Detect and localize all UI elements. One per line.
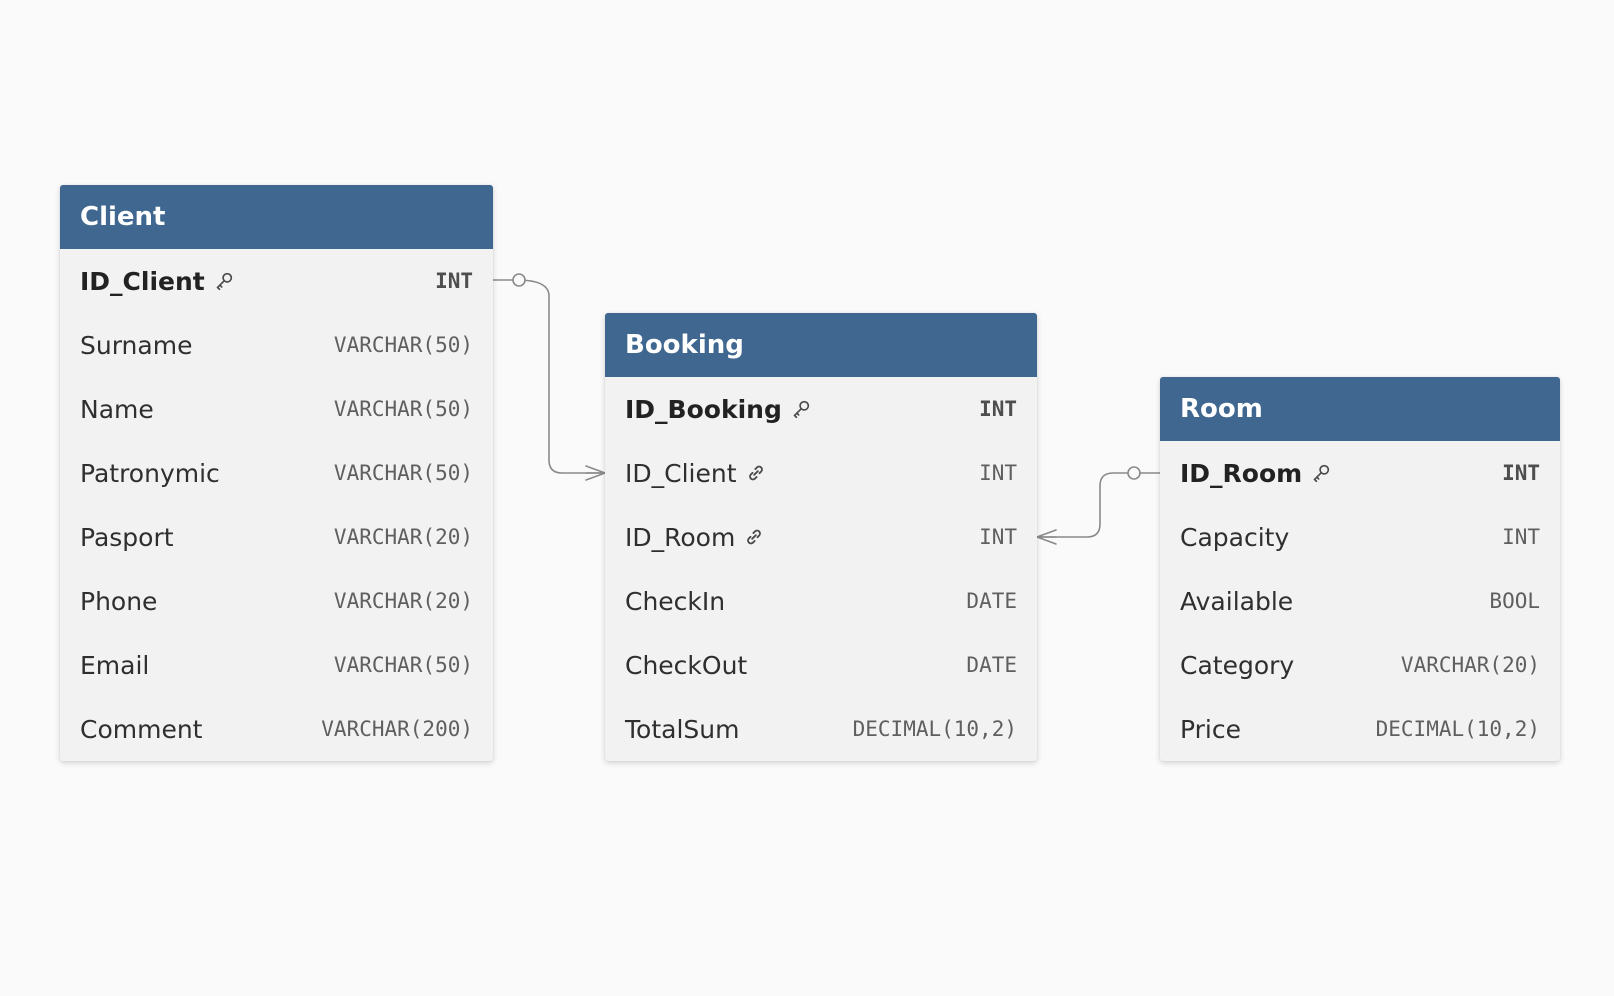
room-field-category[interactable]: Category VARCHAR(20) xyxy=(1160,633,1560,697)
client-field-patronymic[interactable]: Patronymic VARCHAR(50) xyxy=(60,441,493,505)
client-field-id-client-name: ID_Client xyxy=(80,266,205,296)
room-table-title[interactable]: Room xyxy=(1160,377,1560,441)
client-field-name-name: Name xyxy=(80,394,154,424)
client-field-pasport-type: VARCHAR(20) xyxy=(333,525,473,549)
booking-table-title[interactable]: Booking xyxy=(605,313,1037,377)
client-field-id-client-type: INT xyxy=(435,269,473,293)
client-field-pasport[interactable]: Pasport VARCHAR(20) xyxy=(60,505,493,569)
client-field-phone[interactable]: Phone VARCHAR(20) xyxy=(60,569,493,633)
room-field-list: ID_Room INT Capacity INT Available BOOL Catego… xyxy=(1160,441,1560,761)
booking-field-id-room-name-group: ID_Room xyxy=(625,525,765,550)
client-field-comment[interactable]: Comment VARCHAR(200) xyxy=(60,697,493,761)
room-field-id-room-name-group: ID_Room xyxy=(1180,461,1332,486)
er-diagram: Client ID_Client INT Surname VARCHAR(50) Nam… xyxy=(0,0,1614,996)
booking-field-id-booking-name: ID_Booking xyxy=(625,394,782,424)
client-field-email[interactable]: Email VARCHAR(50) xyxy=(60,633,493,697)
room-field-category-name-group: Category xyxy=(1180,653,1294,678)
booking-field-id-booking-type: INT xyxy=(979,397,1017,421)
room-field-price[interactable]: Price DECIMAL(10,2) xyxy=(1160,697,1560,761)
client-side-zero-or-one-marker xyxy=(512,273,526,287)
room-field-available-name: Available xyxy=(1180,586,1294,616)
booking-field-id-client-type: INT xyxy=(979,461,1017,485)
room-field-price-name: Price xyxy=(1180,714,1241,744)
client-field-surname-name: Surname xyxy=(80,330,193,360)
client-table-title[interactable]: Client xyxy=(60,185,493,249)
booking-table[interactable]: Booking ID_Booking INT ID_Client INT ID_Room… xyxy=(605,313,1037,761)
booking-field-total-sum-type: DECIMAL(10,2) xyxy=(852,717,1017,741)
booking-field-id-client-name: ID_Client xyxy=(625,458,737,488)
client-field-patronymic-type: VARCHAR(50) xyxy=(333,461,473,485)
client-field-phone-name: Phone xyxy=(80,586,158,616)
room-field-id-room-type: INT xyxy=(1502,461,1540,485)
booking-room-many-marker xyxy=(1036,529,1057,545)
client-field-patronymic-name: Patronymic xyxy=(80,458,220,488)
client-field-comment-name: Comment xyxy=(80,714,203,744)
room-field-capacity-type: INT xyxy=(1502,525,1540,549)
booking-field-check-in-type: DATE xyxy=(966,589,1017,613)
booking-field-total-sum-name-group: TotalSum xyxy=(625,717,739,742)
booking-field-id-booking-name-group: ID_Booking xyxy=(625,397,812,422)
room-field-capacity-name: Capacity xyxy=(1180,522,1290,552)
client-field-name-type: VARCHAR(50) xyxy=(333,397,473,421)
client-field-surname-name-group: Surname xyxy=(80,333,192,358)
booking-field-id-room-type: INT xyxy=(979,525,1017,549)
booking-field-id-booking[interactable]: ID_Booking INT xyxy=(605,377,1037,441)
booking-field-check-in-name-group: CheckIn xyxy=(625,589,725,614)
room-field-available[interactable]: Available BOOL xyxy=(1160,569,1560,633)
client-field-id-client[interactable]: ID_Client INT xyxy=(60,249,493,313)
client-field-surname[interactable]: Surname VARCHAR(50) xyxy=(60,313,493,377)
room-field-capacity-name-group: Capacity xyxy=(1180,525,1289,550)
booking-field-id-client[interactable]: ID_Client INT xyxy=(605,441,1037,505)
client-table[interactable]: Client ID_Client INT Surname VARCHAR(50) Nam… xyxy=(60,185,493,761)
room-field-available-type: BOOL xyxy=(1489,589,1540,613)
client-field-pasport-name-group: Pasport xyxy=(80,525,174,550)
booking-field-total-sum-name: TotalSum xyxy=(625,714,740,744)
booking-field-check-in[interactable]: CheckIn DATE xyxy=(605,569,1037,633)
client-field-comment-type: VARCHAR(200) xyxy=(321,717,473,741)
room-field-id-room-name: ID_Room xyxy=(1180,458,1303,488)
link-icon xyxy=(743,526,765,548)
client-field-list: ID_Client INT Surname VARCHAR(50) Name VARCHA… xyxy=(60,249,493,761)
room-table[interactable]: Room ID_Room INT Capacity INT Available BOOL C… xyxy=(1160,377,1560,761)
room-field-category-name: Category xyxy=(1180,650,1295,680)
room-field-category-type: VARCHAR(20) xyxy=(1400,653,1540,677)
booking-field-id-room[interactable]: ID_Room INT xyxy=(605,505,1037,569)
room-field-price-type: DECIMAL(10,2) xyxy=(1375,717,1540,741)
room-field-available-name-group: Available xyxy=(1180,589,1293,614)
room-field-price-name-group: Price xyxy=(1180,717,1241,742)
client-field-phone-name-group: Phone xyxy=(80,589,157,614)
key-icon xyxy=(1310,462,1332,484)
client-field-email-name-group: Email xyxy=(80,653,149,678)
client-field-pasport-name: Pasport xyxy=(80,522,174,552)
client-field-name-name-group: Name xyxy=(80,397,154,422)
client-field-email-type: VARCHAR(50) xyxy=(333,653,473,677)
booking-field-id-room-name: ID_Room xyxy=(625,522,736,552)
booking-field-check-out-name: CheckOut xyxy=(625,650,748,680)
client-field-comment-name-group: Comment xyxy=(80,717,203,742)
client-field-surname-type: VARCHAR(50) xyxy=(333,333,473,357)
booking-client-many-marker xyxy=(585,465,606,481)
client-field-phone-type: VARCHAR(20) xyxy=(333,589,473,613)
booking-field-list: ID_Booking INT ID_Client INT ID_Room INT Check… xyxy=(605,377,1037,761)
key-icon xyxy=(790,398,812,420)
booking-field-total-sum[interactable]: TotalSum DECIMAL(10,2) xyxy=(605,697,1037,761)
booking-field-id-client-name-group: ID_Client xyxy=(625,461,767,486)
room-field-id-room[interactable]: ID_Room INT xyxy=(1160,441,1560,505)
link-icon xyxy=(745,462,767,484)
client-field-email-name: Email xyxy=(80,650,150,680)
client-field-id-client-name-group: ID_Client xyxy=(80,269,235,294)
booking-field-check-in-name: CheckIn xyxy=(625,586,726,616)
key-icon xyxy=(213,270,235,292)
room-field-capacity[interactable]: Capacity INT xyxy=(1160,505,1560,569)
booking-field-check-out-name-group: CheckOut xyxy=(625,653,747,678)
client-booking-connector-line xyxy=(492,279,606,474)
room-booking-connector-line xyxy=(1036,472,1161,538)
client-field-patronymic-name-group: Patronymic xyxy=(80,461,220,486)
booking-field-check-out[interactable]: CheckOut DATE xyxy=(605,633,1037,697)
booking-field-check-out-type: DATE xyxy=(966,653,1017,677)
client-field-name[interactable]: Name VARCHAR(50) xyxy=(60,377,493,441)
room-side-zero-or-one-marker xyxy=(1127,466,1141,480)
